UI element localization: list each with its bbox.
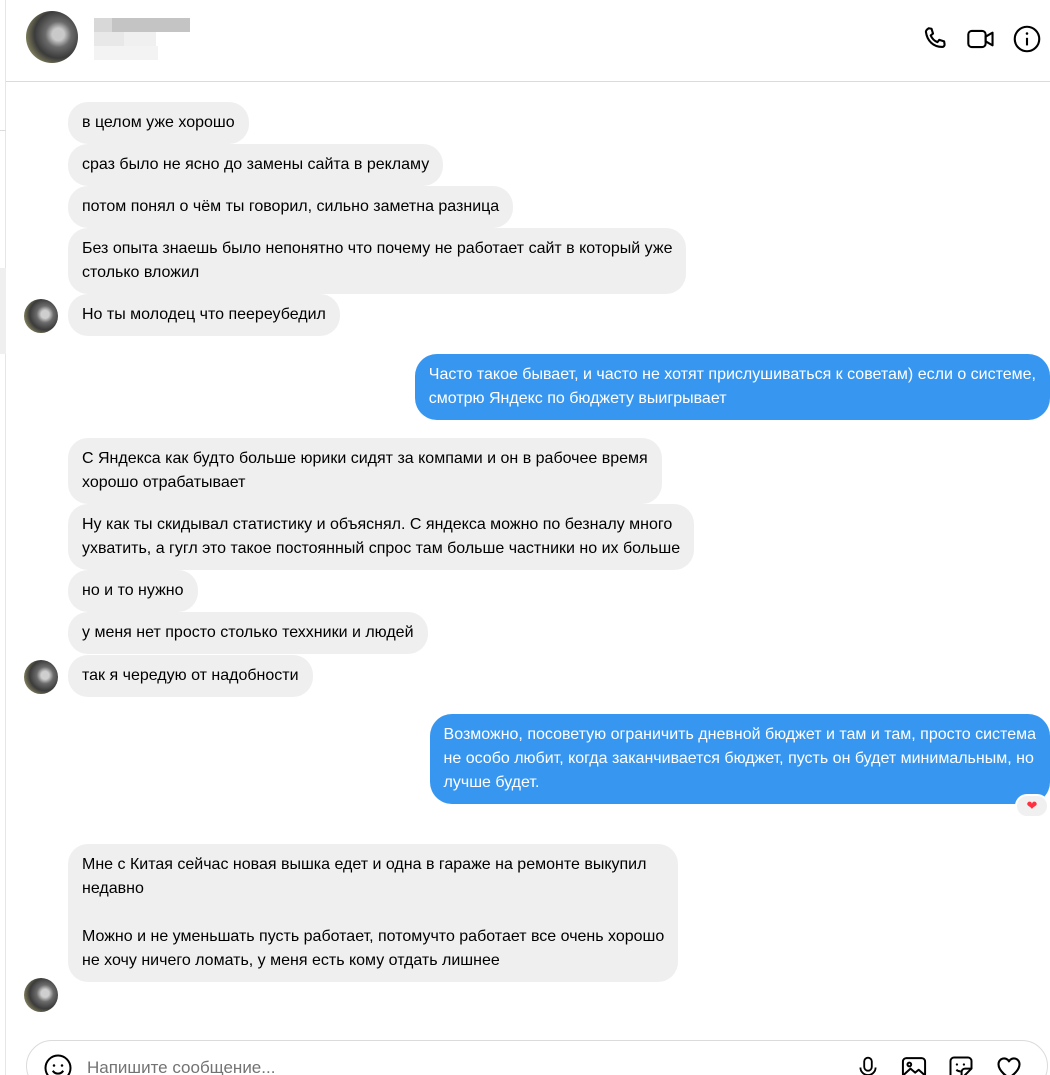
message-incoming[interactable]: Ну как ты скидывал статистику и объяснял… (68, 504, 695, 570)
message-incoming[interactable]: в целом уже хорошо (68, 102, 249, 144)
microphone-icon[interactable] (853, 1053, 883, 1075)
message-incoming[interactable]: сраз было не ясно до замены сайта в рекл… (68, 144, 444, 186)
sender-avatar[interactable] (24, 299, 58, 333)
message-incoming[interactable]: у меня нет просто столько теххники и люд… (68, 612, 428, 654)
emoji-icon[interactable] (43, 1053, 73, 1075)
message-composer (26, 1040, 1048, 1075)
message-incoming[interactable]: Мне с Китая сейчас новая вышка едет и од… (68, 844, 679, 982)
phone-icon[interactable] (918, 22, 952, 56)
message-incoming[interactable]: Но ты молодец что пеереубедил (68, 294, 340, 336)
message-incoming[interactable]: но и то нужно (68, 570, 198, 612)
heart-icon[interactable] (994, 1053, 1024, 1075)
heart-reaction[interactable]: ❤ (1015, 794, 1049, 818)
sender-avatar[interactable] (24, 978, 58, 1012)
message-outgoing[interactable]: Возможно, посоветую ограничить дневной б… (429, 714, 1050, 804)
message-incoming[interactable]: Без опыта знаешь было непонятно что поче… (68, 228, 687, 294)
message-incoming[interactable]: так я чередую от надобности (68, 655, 313, 697)
message-input[interactable] (87, 1053, 787, 1075)
message-incoming[interactable]: потом понял о чём ты говорил, сильно зам… (68, 186, 514, 228)
image-icon[interactable] (899, 1053, 929, 1075)
video-camera-icon[interactable] (964, 22, 998, 56)
chat-header (6, 0, 1050, 82)
sender-avatar[interactable] (24, 660, 58, 694)
info-icon[interactable] (1010, 22, 1044, 56)
message-outgoing[interactable]: Часто такое бывает, и часто не хотят при… (414, 354, 1050, 420)
message-thread: в целом уже хорошо сраз было не ясно до … (6, 83, 1050, 1038)
sticker-icon[interactable] (946, 1053, 976, 1075)
message-incoming[interactable]: С Яндекса как будто больше юрики сидят з… (68, 438, 662, 504)
contact-avatar[interactable] (26, 11, 78, 63)
heart-icon: ❤ (1026, 798, 1038, 813)
header-actions (918, 22, 1044, 56)
